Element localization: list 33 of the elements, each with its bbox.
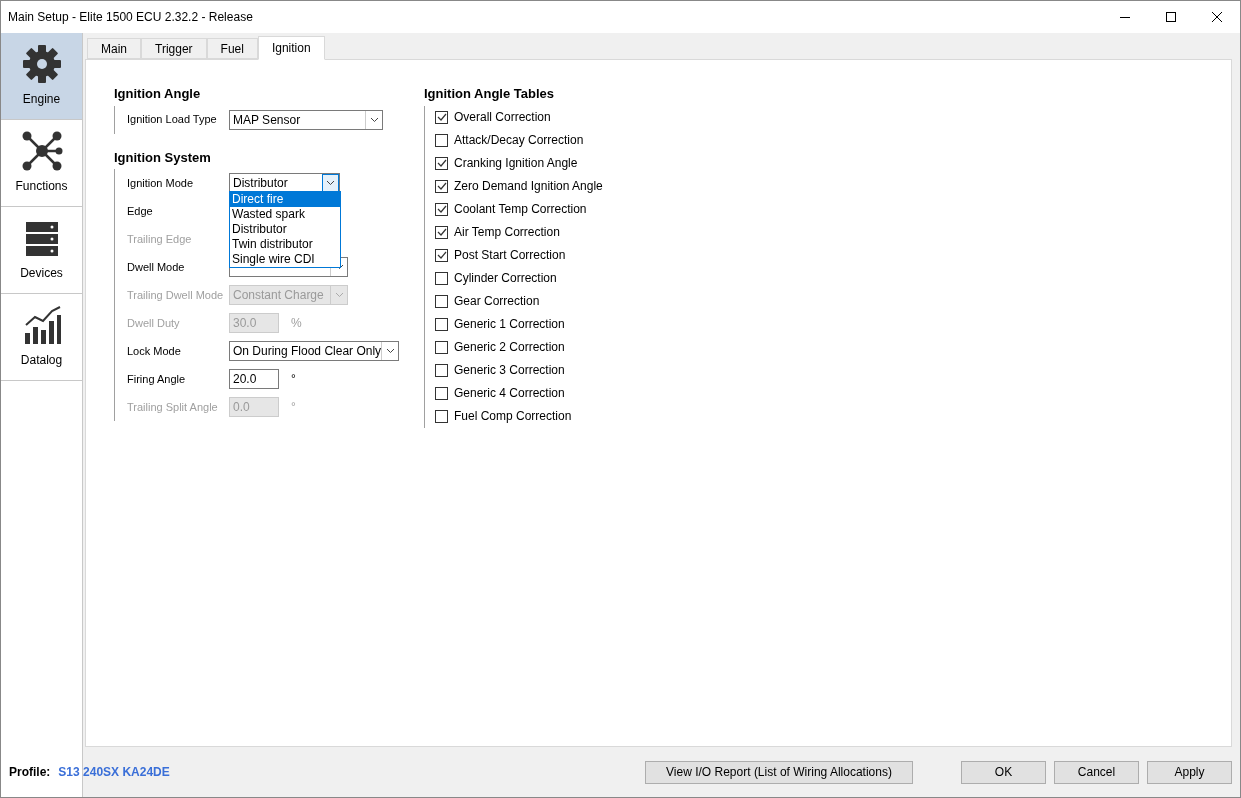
unit-label: °: [291, 399, 296, 416]
unit-label: %: [291, 315, 302, 332]
checkbox-label: Attack/Decay Correction: [454, 132, 584, 149]
section-heading: Ignition Angle: [114, 85, 202, 103]
field-label: Dwell Duty: [127, 315, 181, 331]
checkbox-label: Zero Demand Ignition Angle: [454, 178, 603, 195]
checkbox-label: Generic 3 Correction: [454, 362, 565, 379]
checkbox-label: Cylinder Correction: [454, 270, 557, 287]
field-label: Lock Mode: [127, 343, 182, 359]
field-label: Trailing Dwell Mode: [127, 287, 225, 303]
checkbox-label: Generic 2 Correction: [454, 339, 565, 356]
checkbox-label: Cranking Ignition Angle: [454, 155, 578, 172]
checkbox-label: Air Temp Correction: [454, 224, 560, 241]
profile-name: S13 240SX KA24DE: [58, 764, 170, 781]
field-label: Dwell Mode: [127, 259, 186, 275]
unit-label: °: [291, 371, 296, 388]
section-heading: Ignition System: [114, 148, 212, 167]
section-heading: Ignition Angle Tables: [424, 85, 555, 103]
field-label: Trailing Edge: [127, 231, 193, 247]
field-label: Firing Angle: [127, 371, 187, 387]
field-label: Trailing Split Angle: [127, 399, 219, 415]
window-title: Main Setup - Elite 1500 ECU 2.32.2 - Release: [7, 9, 254, 26]
checkbox-label: Fuel Comp Correction: [454, 408, 572, 425]
field-label: Ignition Mode: [127, 175, 195, 191]
checkbox-label: Generic 4 Correction: [454, 385, 565, 402]
checkbox-label: Generic 1 Correction: [454, 316, 565, 333]
field-label: Ignition Load Type: [127, 112, 218, 128]
checkbox-label: Gear Correction: [454, 293, 540, 310]
field-label: Edge: [127, 203, 154, 219]
checkbox-label: Post Start Correction: [454, 247, 566, 264]
checkbox-label: Coolant Temp Correction: [454, 201, 587, 218]
checkbox-label: Overall Correction: [454, 109, 551, 126]
profile-label: Profile:: [9, 764, 51, 781]
